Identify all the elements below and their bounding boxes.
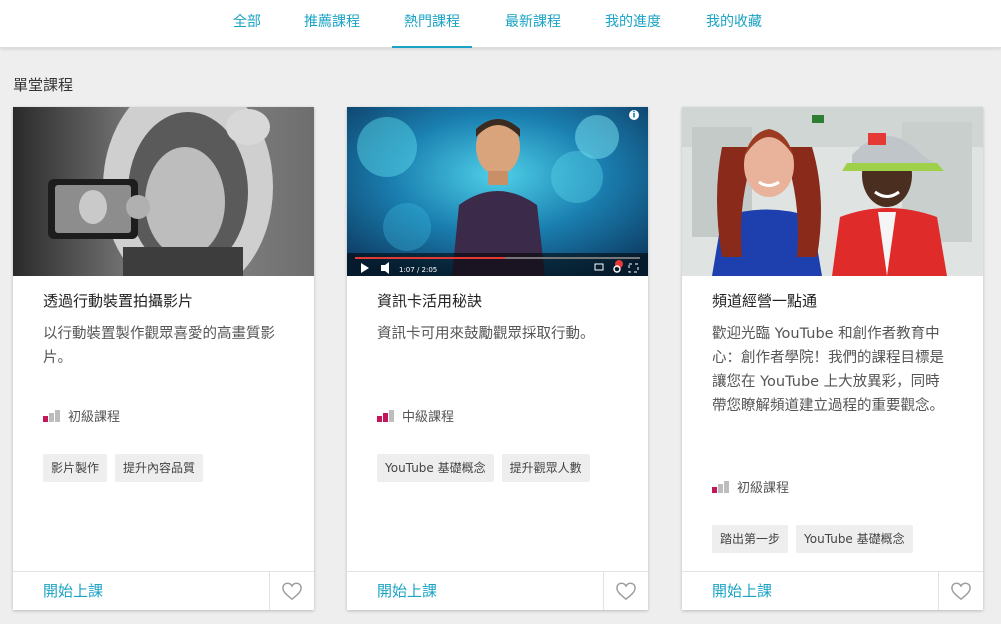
course-description: 以行動裝置製作觀眾喜愛的高畫質影片。 bbox=[43, 326, 275, 366]
course-level-label: 初級課程 bbox=[737, 481, 790, 496]
level-bars-icon bbox=[712, 480, 729, 493]
card-footer: 開始上課 bbox=[347, 571, 648, 610]
level-bars-icon bbox=[377, 409, 394, 422]
tab-my-favorites[interactable]: 我的收藏 bbox=[694, 0, 774, 48]
svg-text:1:07 / 2:05: 1:07 / 2:05 bbox=[399, 266, 437, 274]
course-description: 歡迎光臨 YouTube 和創作者教育中心：創作者學院！我們的課程目標是讓您在 … bbox=[712, 326, 944, 414]
favorite-button[interactable] bbox=[938, 572, 983, 610]
start-course-button[interactable]: 開始上課 bbox=[377, 572, 437, 610]
course-thumbnail[interactable]: 1:07 / 2:05 bbox=[347, 107, 648, 276]
tab-my-progress[interactable]: 我的進度 bbox=[593, 0, 673, 48]
tag[interactable]: 影片製作 bbox=[43, 454, 108, 482]
tag-list: 踏出第一步 YouTube 基礎概念 bbox=[712, 525, 913, 553]
tab-latest[interactable]: 最新課程 bbox=[493, 0, 573, 48]
course-card: 1:07 / 2:05 資訊卡活用秘訣 資訊卡可用來鼓勵觀眾採取行動。 中級課程… bbox=[347, 107, 648, 610]
course-level: 中級課程 bbox=[377, 406, 454, 425]
start-course-button[interactable]: 開始上課 bbox=[712, 572, 772, 610]
section-title: 單堂課程 bbox=[13, 76, 74, 94]
course-title[interactable]: 資訊卡活用秘訣 bbox=[377, 290, 482, 311]
course-level-label: 初級課程 bbox=[68, 410, 121, 425]
course-level: 初級課程 bbox=[43, 406, 120, 425]
course-card: 頻道經營一點通 歡迎光臨 YouTube 和創作者教育中心：創作者學院！我們的課… bbox=[682, 107, 983, 610]
start-course-button[interactable]: 開始上課 bbox=[43, 572, 103, 610]
course-description: 資訊卡可用來鼓勵觀眾採取行動。 bbox=[377, 326, 595, 342]
course-title[interactable]: 透過行動裝置拍攝影片 bbox=[43, 290, 193, 311]
course-thumbnail[interactable] bbox=[682, 107, 983, 276]
tab-all[interactable]: 全部 bbox=[222, 0, 272, 48]
course-level-label: 中級課程 bbox=[402, 410, 455, 425]
favorite-button[interactable] bbox=[603, 572, 648, 610]
tag[interactable]: 提升觀眾人數 bbox=[501, 454, 590, 482]
tag-list: 影片製作 提升內容品質 bbox=[43, 454, 204, 482]
heart-outline-icon bbox=[282, 582, 302, 601]
favorite-button[interactable] bbox=[269, 572, 314, 610]
top-nav: 全部 推薦課程 熱門課程 最新課程 我的進度 我的收藏 bbox=[0, 0, 1001, 48]
tag[interactable]: YouTube 基礎概念 bbox=[796, 525, 913, 553]
heart-outline-icon bbox=[616, 582, 636, 601]
tab-popular[interactable]: 熱門課程 bbox=[392, 0, 472, 48]
course-level: 初級課程 bbox=[712, 477, 789, 496]
tag[interactable]: YouTube 基礎概念 bbox=[377, 454, 494, 482]
course-title[interactable]: 頻道經營一點通 bbox=[712, 290, 817, 311]
heart-outline-icon bbox=[951, 582, 971, 601]
tag-list: YouTube 基礎概念 提升觀眾人數 bbox=[377, 454, 590, 482]
course-thumbnail[interactable] bbox=[13, 107, 314, 276]
level-bars-icon bbox=[43, 409, 60, 422]
course-card: 透過行動裝置拍攝影片 以行動裝置製作觀眾喜愛的高畫質影片。 初級課程 影片製作 … bbox=[13, 107, 314, 610]
tag[interactable]: 提升內容品質 bbox=[115, 454, 204, 482]
tag[interactable]: 踏出第一步 bbox=[712, 525, 789, 553]
tab-recommended[interactable]: 推薦課程 bbox=[292, 0, 372, 48]
card-footer: 開始上課 bbox=[682, 571, 983, 610]
card-footer: 開始上課 bbox=[13, 571, 314, 610]
